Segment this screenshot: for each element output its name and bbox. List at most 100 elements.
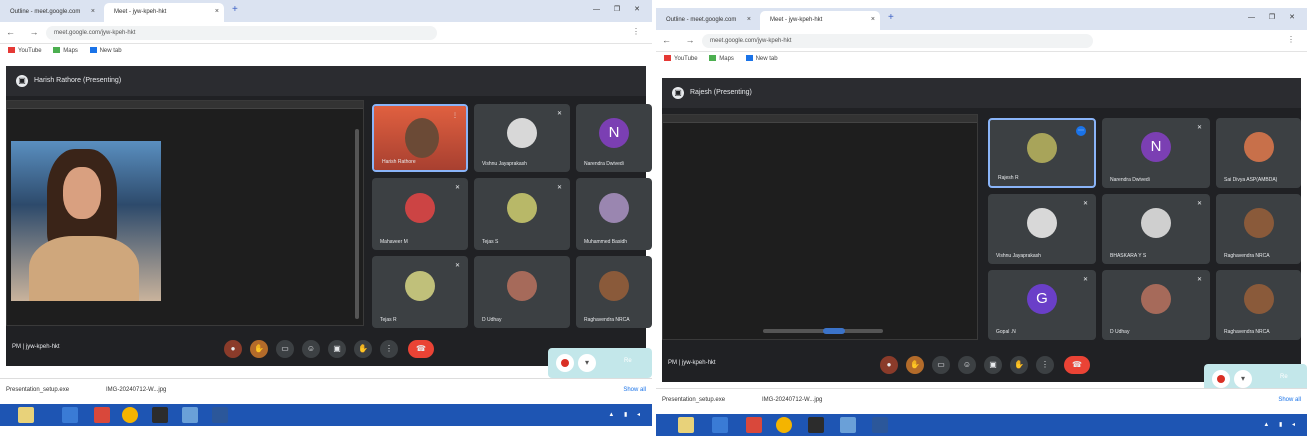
participant-tile[interactable]: Raghavendra NRCA <box>576 256 652 328</box>
participant-tile[interactable]: N ✕ Narendra Dwivedi <box>1102 118 1210 188</box>
participant-tile[interactable]: ⋮ Harish Rathore <box>372 104 468 172</box>
raise-hand-icon[interactable]: ✋ <box>1010 356 1028 374</box>
browser-tab-active[interactable]: Meet - jyw-kpeh-hkt × <box>104 3 224 22</box>
participant-tile[interactable]: ✕ Vishnu Jayaprakash <box>988 194 1096 264</box>
end-call-icon[interactable]: ☎ <box>408 340 434 358</box>
file-explorer-icon[interactable] <box>18 407 34 423</box>
record-button[interactable] <box>1212 370 1230 388</box>
word-icon[interactable] <box>872 417 888 433</box>
window-controls-icon[interactable]: — ❐ ✕ <box>1248 13 1301 21</box>
new-tab-icon[interactable]: + <box>232 4 238 15</box>
downloads-bar: Presentation_setup.exe IMG-20240712-W...… <box>0 378 652 402</box>
download-item[interactable]: Presentation_setup.exe <box>662 397 725 403</box>
more-options-icon[interactable]: ⋮ <box>1036 356 1054 374</box>
scrollbar[interactable] <box>355 129 359 319</box>
participant-photo <box>1027 132 1057 163</box>
video-icon[interactable] <box>712 417 728 433</box>
hand-icon[interactable]: ✋ <box>906 356 924 374</box>
participant-photo <box>507 193 537 224</box>
participant-tile[interactable]: ✕ Mahaveer M <box>372 178 468 250</box>
end-call-icon[interactable]: ☎ <box>1064 356 1090 374</box>
browser-menu-icon[interactable]: ⋮ <box>1287 35 1301 44</box>
new-tab-icon[interactable]: + <box>888 12 894 23</box>
participant-name: D Udhay <box>482 317 502 323</box>
word-icon[interactable] <box>212 407 228 423</box>
record-button[interactable] <box>556 354 574 372</box>
bookmark-youtube[interactable]: YouTube <box>8 47 42 54</box>
scrollbar-knob[interactable] <box>823 328 845 334</box>
present-screen-icon[interactable]: ▣ <box>328 340 346 358</box>
app-icon[interactable] <box>840 417 856 433</box>
bookmark-maps[interactable]: Maps <box>53 47 78 54</box>
download-item[interactable]: IMG-20240712-W...jpg <box>762 397 822 403</box>
system-tray[interactable]: ▲ ▮ ◂ <box>608 411 644 418</box>
more-icon[interactable]: ⋮ <box>452 112 458 119</box>
bookmark-youtube[interactable]: YouTube <box>664 55 698 62</box>
bookmark-newtab[interactable]: New tab <box>89 47 122 54</box>
close-icon[interactable]: × <box>871 16 875 23</box>
captions-icon[interactable]: ▭ <box>932 356 950 374</box>
participant-name: Narendra Dwivedi <box>1110 177 1150 183</box>
participant-tile[interactable]: Raghavendra NRCA <box>1216 270 1301 340</box>
participant-name: Raghavendra NRCA <box>1224 253 1270 259</box>
participant-tile[interactable]: Sai Divya ASP(AMBDA) <box>1216 118 1301 188</box>
participant-photo <box>1243 132 1274 163</box>
download-item[interactable]: Presentation_setup.exe <box>6 387 69 393</box>
participant-tile[interactable]: D Udhay <box>474 256 570 328</box>
chevron-down-icon[interactable]: ▾ <box>578 354 596 372</box>
show-all-link[interactable]: Show all <box>1278 397 1301 403</box>
presentation-area <box>662 114 978 340</box>
participant-tile[interactable]: Raghavendra NRCA <box>1216 194 1301 264</box>
close-icon[interactable]: × <box>747 16 751 23</box>
participant-photo <box>405 117 439 158</box>
close-icon[interactable]: × <box>215 8 219 15</box>
participant-tile[interactable]: N Narendra Dwivedi <box>576 104 652 172</box>
more-options-icon[interactable]: ⋮ <box>380 340 398 358</box>
brave-icon[interactable] <box>94 407 110 423</box>
participant-tile[interactable]: Muhammed Basidh <box>576 178 652 250</box>
participant-tile[interactable]: ✕ Tejas S <box>474 178 570 250</box>
show-all-link[interactable]: Show all <box>623 387 646 393</box>
bookmark-label: New tab <box>755 55 778 62</box>
tab-label: Meet - jyw-kpeh-hkt <box>114 9 167 15</box>
reaction-icon[interactable]: ● <box>880 356 898 374</box>
browser-tab[interactable]: Outline - meet.google.com × <box>0 3 100 22</box>
tab-label: Outline - meet.google.com <box>10 9 81 15</box>
participant-tile[interactable]: ✕ Vishnu Jayaprakash <box>474 104 570 172</box>
mic-off-icon: ✕ <box>1196 125 1202 131</box>
participant-tile[interactable]: ✕ D Udhay <box>1102 270 1210 340</box>
browser-menu-icon[interactable]: ⋮ <box>632 27 646 36</box>
emoji-icon[interactable]: ☺ <box>958 356 976 374</box>
url-field[interactable]: meet.google.com/jyw-kpeh-hkt <box>46 26 438 40</box>
browser-tab-active[interactable]: Meet - jyw-kpeh-hkt × <box>760 11 880 30</box>
chevron-down-icon[interactable]: ▾ <box>1234 370 1252 388</box>
video-icon[interactable] <box>62 407 78 423</box>
participant-name: D Udhay <box>1110 329 1130 335</box>
system-tray[interactable]: ▲ ▮ ◂ <box>1263 421 1299 428</box>
brave-icon[interactable] <box>746 417 762 433</box>
browser-tab[interactable]: Outline - meet.google.com × <box>656 11 756 30</box>
terminal-icon[interactable] <box>152 407 168 423</box>
participant-tile[interactable]: ✕ Tejas R <box>372 256 468 328</box>
participant-tile[interactable]: ⋯ Rajesh R <box>988 118 1096 188</box>
window-controls-icon[interactable]: — ❐ ✕ <box>593 5 646 13</box>
present-screen-icon[interactable]: ▣ <box>984 356 1002 374</box>
terminal-icon[interactable] <box>808 417 824 433</box>
bookmark-newtab[interactable]: New tab <box>745 55 778 62</box>
participant-tile[interactable]: ✕ BHASKARA Y S <box>1102 194 1210 264</box>
raise-hand-icon[interactable]: ✋ <box>354 340 372 358</box>
captions-icon[interactable]: ▭ <box>276 340 294 358</box>
bookmark-maps[interactable]: Maps <box>709 55 734 62</box>
url-field[interactable]: meet.google.com/jyw-kpeh-hkt <box>702 34 1093 48</box>
app-icon[interactable] <box>182 407 198 423</box>
download-item[interactable]: IMG-20240712-W...jpg <box>106 387 166 393</box>
emoji-icon[interactable]: ☺ <box>302 340 320 358</box>
participant-tile[interactable]: G ✕ Gopal .N <box>988 270 1096 340</box>
chrome-icon[interactable] <box>122 407 138 423</box>
reaction-icon[interactable]: ● <box>224 340 242 358</box>
browser-tab-bar: Outline - meet.google.com × Meet - jyw-k… <box>0 0 652 22</box>
hand-icon[interactable]: ✋ <box>250 340 268 358</box>
chrome-icon[interactable] <box>776 417 792 433</box>
close-icon[interactable]: × <box>91 8 95 15</box>
file-explorer-icon[interactable] <box>678 417 694 433</box>
